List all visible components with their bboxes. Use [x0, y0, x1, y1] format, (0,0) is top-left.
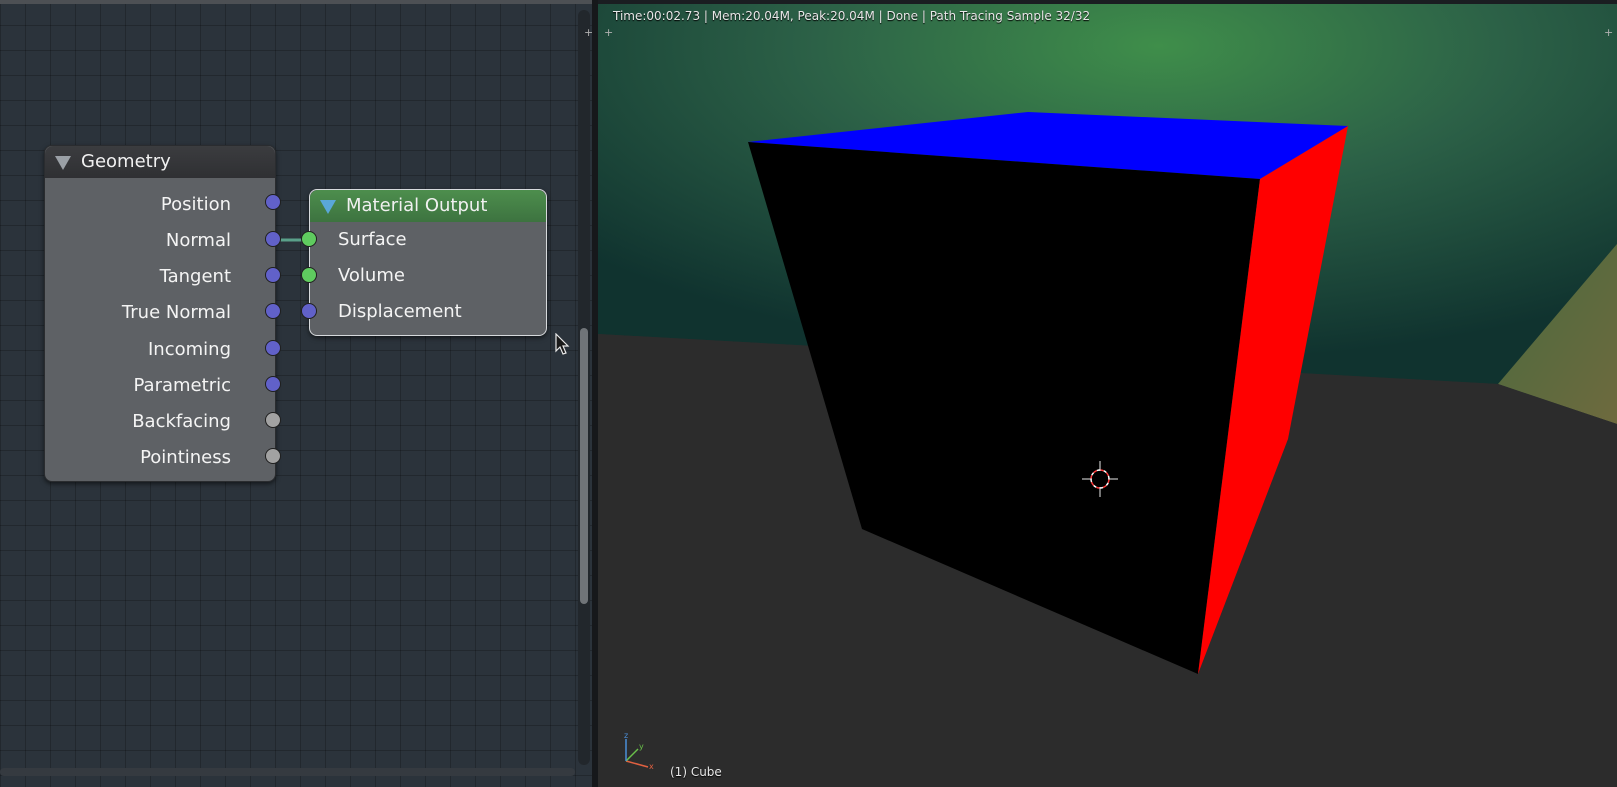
output-position-label: Position	[160, 194, 231, 215]
geometry-node-header[interactable]: Geometry	[45, 146, 275, 178]
area-split-corner-icon[interactable]: +	[1604, 26, 1613, 39]
active-object-label: (1) Cube	[670, 765, 722, 779]
output-incoming-label: Incoming	[148, 339, 231, 360]
output-normal-label: Normal	[165, 230, 231, 251]
normal-output-socket[interactable]	[265, 231, 281, 247]
backfacing-output-socket[interactable]	[265, 412, 281, 428]
geometry-node[interactable]: Geometry Position Normal Tangent True No…	[44, 145, 276, 482]
output-pointiness-label: Pointiness	[140, 447, 231, 468]
output-tangent-label: Tangent	[159, 266, 231, 287]
axis-x-label: x	[649, 762, 654, 769]
area-split-corner-icon[interactable]: +	[584, 26, 592, 39]
input-volume-label: Volume	[338, 265, 405, 286]
pointiness-output-socket[interactable]	[265, 448, 281, 464]
3d-viewport[interactable]: Time:00:02.73 | Mem:20.04M, Peak:20.04M …	[598, 4, 1617, 787]
axis-y-label: y	[639, 742, 644, 751]
output-parametric-label: Parametric	[133, 375, 231, 396]
displacement-input-socket[interactable]	[301, 303, 317, 319]
vertical-scrollbar-thumb[interactable]	[580, 328, 588, 604]
tangent-output-socket[interactable]	[265, 267, 281, 283]
render-status-text: Time:00:02.73 | Mem:20.04M, Peak:20.04M …	[613, 9, 1091, 23]
axis-z-label: z	[624, 731, 628, 740]
rendered-scene	[598, 4, 1617, 787]
parametric-output-socket[interactable]	[265, 376, 281, 392]
collapse-triangle-icon[interactable]	[320, 200, 336, 214]
axis-orientation-icon: x y z	[624, 731, 654, 769]
geometry-node-title: Geometry	[81, 151, 171, 172]
volume-input-socket[interactable]	[301, 267, 317, 283]
position-output-socket[interactable]	[265, 194, 281, 210]
node-editor[interactable]: Geometry Position Normal Tangent True No…	[0, 0, 592, 787]
output-backfacing-label: Backfacing	[132, 411, 231, 432]
output-true-normal-label: True Normal	[121, 302, 231, 323]
input-displacement-label: Displacement	[338, 301, 462, 322]
material-output-node[interactable]: Material Output Surface Volume Displacem…	[309, 189, 547, 336]
true-normal-output-socket[interactable]	[265, 303, 281, 319]
input-surface-label: Surface	[338, 229, 407, 250]
area-split-corner-icon[interactable]: +	[604, 26, 613, 39]
horizontal-scrollbar[interactable]	[0, 768, 575, 776]
mouse-cursor-icon	[555, 333, 570, 355]
collapse-triangle-icon[interactable]	[55, 156, 71, 170]
material-output-header[interactable]: Material Output	[310, 190, 546, 222]
surface-input-socket[interactable]	[301, 231, 317, 247]
incoming-output-socket[interactable]	[265, 340, 281, 356]
material-output-title: Material Output	[346, 195, 488, 216]
